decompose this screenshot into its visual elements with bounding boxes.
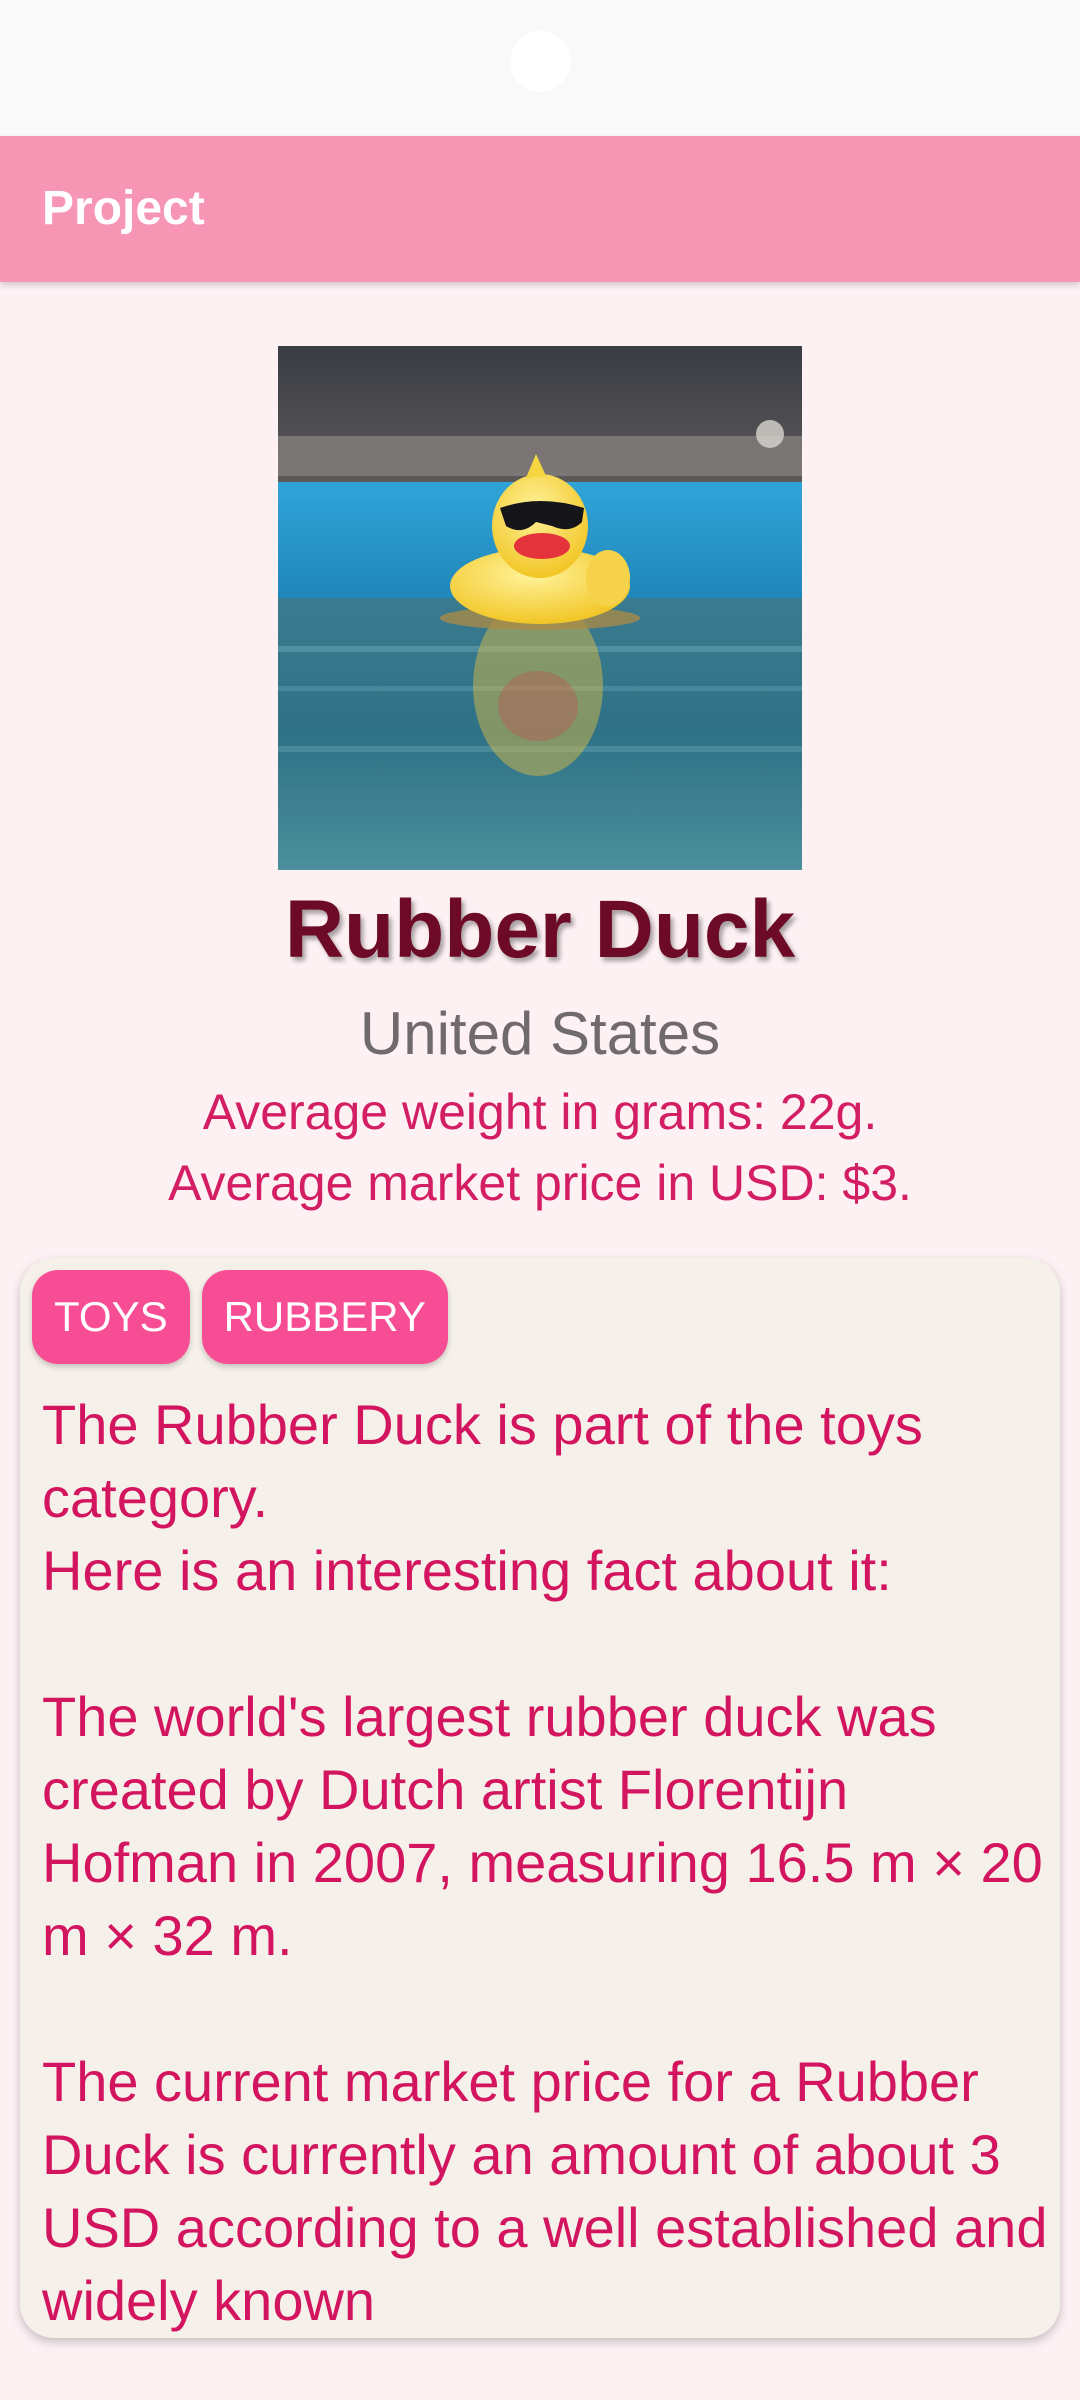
- tag-chip-toys[interactable]: TOYS: [32, 1270, 190, 1364]
- item-country: United States: [359, 1000, 721, 1067]
- rubber-duck-image: [278, 346, 802, 870]
- app-bar: Project: [0, 136, 1080, 282]
- app-title: Project: [42, 182, 205, 235]
- tag-chip-rubbery[interactable]: RUBBERY: [201, 1270, 448, 1364]
- average-weight-text: Average weight in grams: 22g.: [202, 1084, 878, 1140]
- item-title: Rubber Duck: [284, 884, 796, 975]
- description-text: The Rubber Duck is part of the toys cate…: [42, 1393, 1048, 2332]
- details-card: TOYS RUBBERY The Rubber Duck is part of …: [20, 1258, 1060, 2338]
- status-bar: [0, 0, 1080, 136]
- tag-chips: TOYS RUBBERY: [32, 1270, 448, 1364]
- average-price-text: Average market price in USD: $3.: [168, 1155, 912, 1211]
- camera-cutout: [510, 31, 571, 92]
